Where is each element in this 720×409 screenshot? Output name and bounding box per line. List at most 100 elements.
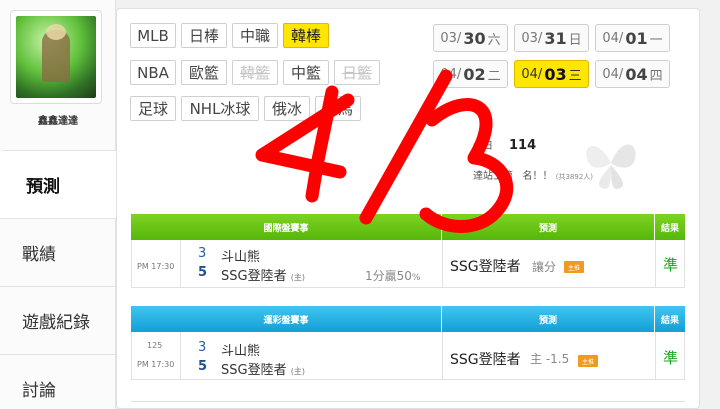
divider: [180, 332, 181, 380]
pick-type: 讓分: [532, 260, 557, 274]
nav-item-game-history[interactable]: 遊戲紀錄: [0, 286, 116, 354]
divider: [442, 332, 443, 380]
date-month: 04/: [440, 66, 462, 82]
sport-chip-mlb[interactable]: MLB: [130, 23, 176, 48]
avatar[interactable]: [16, 16, 96, 98]
divider: [655, 332, 656, 380]
home-tag: (主): [290, 273, 305, 282]
divider: [442, 240, 443, 288]
date-day: 02: [463, 64, 486, 84]
chip-label: 足球: [137, 100, 168, 118]
away-score: 3: [198, 246, 207, 261]
divider: [180, 240, 181, 288]
date-chip-0401[interactable]: 04/01 一: [595, 24, 670, 52]
chip-label: 俄冰: [271, 100, 302, 118]
sport-chip-nba[interactable]: NBA: [130, 60, 176, 85]
spread: 1分贏50%: [365, 267, 420, 284]
chip-label: 歐籃: [188, 64, 219, 82]
game-number: 125: [147, 341, 163, 350]
date-weekday: 四: [649, 68, 663, 84]
date-chip-0330[interactable]: 03/30 六: [433, 24, 508, 52]
sport-chip-soccer[interactable]: 足球: [130, 96, 176, 121]
chip-label: 中職: [239, 27, 270, 45]
chip-label: NBA: [137, 63, 169, 82]
game-time: PM 17:30: [137, 262, 175, 271]
sport-chip-euro-basketball[interactable]: 歐籃: [181, 60, 227, 85]
date-month: 03/: [440, 30, 462, 46]
nav-item-predict[interactable]: 預測: [0, 150, 116, 218]
header-game: 國際盤賽事: [131, 214, 441, 240]
home-team-name: SSG登陸者: [221, 363, 287, 378]
home-tag: (主): [290, 367, 305, 376]
date-month: 03/: [521, 30, 543, 46]
nav-item-label: 討論: [22, 381, 56, 401]
date-day: 04: [625, 64, 648, 84]
chip-label: 韓籃: [239, 64, 270, 82]
nav-item-label: 戰績: [22, 245, 56, 265]
sport-chip-nhl[interactable]: NHL冰球: [181, 96, 259, 121]
main-pick-badge: 主推: [578, 355, 598, 367]
header-result: 結果: [655, 306, 685, 332]
date-chip-0403[interactable]: 04/03 三: [514, 60, 589, 88]
pick-team: SSG登陸者: [450, 259, 521, 275]
chip-label: 韓棒: [290, 27, 321, 45]
page: 鑫鑫達達 預測 戰績 遊戲紀錄 討論 MLB 日棒 中職 韓棒 NBA 歐籃 韓…: [0, 0, 720, 409]
away-team: 斗山熊: [221, 250, 261, 265]
sport-chip-npb[interactable]: 日棒: [181, 23, 227, 48]
header-game: 運彩盤賽事: [131, 306, 441, 332]
date-month: 04/: [521, 66, 543, 82]
main-pick-badge: 主推: [564, 261, 584, 273]
away-score: 3: [198, 340, 207, 355]
chip-label: 賽馬: [322, 100, 353, 118]
home-score: 5: [198, 359, 208, 374]
result-mark: 準: [663, 349, 679, 367]
sport-chip-horse-racing[interactable]: 賽馬: [315, 96, 361, 121]
table-row: 125 PM 17:30 3 斗山熊 5 SSG登陸者 (主) SSG登陸者 主…: [131, 332, 685, 380]
spread-unit: %: [411, 273, 421, 283]
sport-chip-cpbl[interactable]: 中職: [232, 23, 278, 48]
chip-label: NHL冰球: [189, 100, 251, 118]
header-pick: 預測: [442, 214, 654, 240]
date-day: 01: [625, 28, 648, 48]
avatar-card[interactable]: [10, 10, 102, 104]
sport-chip-russia-hockey[interactable]: 俄冰: [264, 96, 310, 121]
table-row: PM 17:30 3 斗山熊 5 SSG登陸者 (主) 1分贏50% SSG登陸…: [131, 240, 685, 288]
nav-item-label: 遊戲紀錄: [22, 313, 90, 333]
today-value: 114: [509, 138, 537, 153]
date-weekday: 六: [487, 32, 501, 48]
divider: [655, 240, 656, 288]
result-mark: 準: [663, 256, 679, 274]
sport-chip-japan-basketball: 日籃: [334, 60, 380, 85]
nav-item-discussion[interactable]: 討論: [0, 354, 116, 409]
date-chip-0402[interactable]: 04/02 二: [433, 60, 508, 88]
bottom-row-partial: [131, 401, 685, 409]
site-rank: 達站上第 名！！ (共3892人): [473, 167, 593, 182]
nav-item-label: 預測: [26, 177, 60, 197]
pick-line: 主 -1.5: [530, 352, 570, 366]
header-result: 結果: [655, 214, 685, 240]
butterfly-watermark-icon: [586, 144, 636, 189]
date-chip-0331[interactable]: 03/31 日: [514, 24, 589, 52]
home-score: 5: [198, 265, 208, 280]
sport-chip-china-basketball[interactable]: 中籃: [283, 60, 329, 85]
date-month: 04/: [602, 66, 624, 82]
game-time: PM 17:30: [137, 360, 175, 369]
date-month: 04/: [602, 30, 624, 46]
spread-value: 1分贏50: [365, 269, 412, 283]
sport-chip-kbo[interactable]: 韓棒: [283, 23, 329, 48]
chip-label: 中籃: [290, 64, 321, 82]
nav-item-record[interactable]: 戰績: [0, 218, 116, 286]
table-header: 國際盤賽事 預測 結果: [131, 214, 685, 240]
sport-chip-korea-basketball: 韓籃: [232, 60, 278, 85]
main-panel: MLB 日棒 中職 韓棒 NBA 歐籃 韓籃 中籃 日籃 足球 NHL冰球 俄冰…: [116, 8, 700, 409]
site-rank-suffix: 名！！: [522, 171, 553, 182]
header-pick: 預測: [442, 306, 654, 332]
pick-team: SSG登陸者: [450, 352, 521, 368]
date-weekday: 日: [568, 32, 582, 48]
date-day: 31: [544, 28, 567, 48]
today-label: 今日: [473, 141, 493, 152]
date-day: 30: [463, 28, 486, 48]
date-chip-0404[interactable]: 04/04 四: [595, 60, 670, 88]
chip-label: 日籃: [341, 64, 372, 82]
date-weekday: 三: [568, 68, 582, 84]
